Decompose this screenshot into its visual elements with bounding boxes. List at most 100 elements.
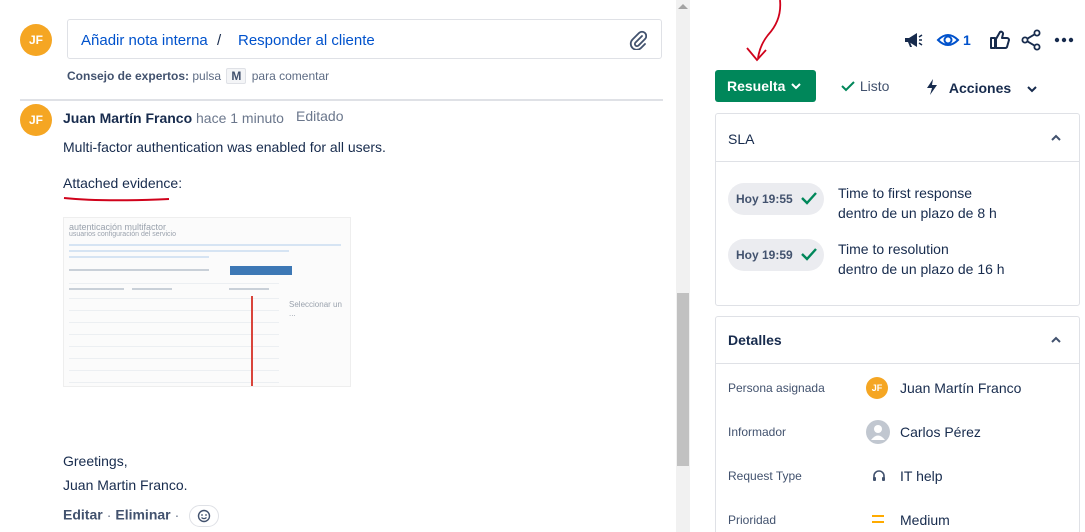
issue-sidebar: 1 Resuelta Listo Acciones SLA Hoy 19:55 …	[700, 0, 1085, 532]
screenshot-row	[69, 346, 279, 347]
chevron-up-icon[interactable]	[1051, 336, 1061, 344]
headset-icon	[873, 470, 885, 481]
reporter-label: Informador	[728, 425, 787, 439]
comment-line-2: Attached evidence:	[63, 175, 183, 191]
screenshot-text-line	[69, 250, 289, 252]
tip-prefix: Consejo de expertos:	[67, 69, 190, 83]
screenshot-button	[230, 266, 292, 275]
chevron-down-icon	[791, 83, 801, 90]
sla-title: SLA	[728, 131, 755, 147]
scroll-up-arrow-icon[interactable]	[678, 4, 688, 9]
comment-author-avatar: JF	[20, 104, 52, 136]
tip-suffix: para comentar	[251, 69, 330, 83]
actions-label: Acciones	[948, 80, 1012, 96]
screenshot-row	[69, 322, 279, 323]
sla-pill-first-response: Hoy 19:55	[728, 183, 824, 215]
screenshot-header-row	[69, 283, 279, 284]
chevron-down-icon	[1027, 86, 1037, 93]
done-label: Listo	[859, 78, 890, 94]
priority-value[interactable]: Medium	[900, 512, 950, 528]
greeting-line-2: Juan Martin Franco.	[63, 477, 188, 493]
screenshot-row	[69, 370, 279, 371]
details-panel: Detalles Persona asignada JF Juan Martín…	[715, 316, 1080, 532]
assignee-avatar: JF	[866, 377, 888, 399]
comment-time[interactable]: hace 1 minuto	[196, 110, 284, 126]
comment-author[interactable]: Juan Martín Franco	[63, 110, 192, 126]
screenshot-filter	[69, 269, 209, 271]
add-reaction-button[interactable]	[189, 505, 220, 527]
sla-time: Hoy 19:59	[736, 248, 793, 262]
screenshot-cell	[229, 288, 269, 290]
vertical-scrollbar[interactable]	[676, 0, 690, 532]
screenshot-row	[69, 334, 279, 335]
screenshot-text-line	[69, 244, 341, 246]
sla-name-first-response: Time to first response	[838, 185, 973, 201]
details-divider	[716, 363, 1079, 364]
scroll-thumb[interactable]	[677, 293, 689, 466]
check-icon	[801, 248, 817, 261]
divider	[20, 99, 663, 101]
screenshot-row	[69, 310, 279, 311]
more-options-icon[interactable]	[1053, 28, 1075, 52]
separator-dot: ·	[106, 506, 112, 523]
comment-composer[interactable]: Añadir nota interna / Responder al clien…	[67, 19, 662, 59]
sla-time: Hoy 19:55	[736, 192, 793, 206]
reporter-value[interactable]: Carlos Pérez	[900, 424, 981, 440]
check-icon	[841, 81, 855, 92]
composer-separator: /	[217, 32, 222, 49]
watch-eye-icon[interactable]	[936, 28, 960, 52]
activity-panel: JF Añadir nota interna / Responder al cl…	[0, 0, 676, 532]
status-dropdown-button[interactable]: Resuelta	[715, 70, 816, 102]
current-user-avatar: JF	[20, 24, 52, 56]
priority-medium-icon	[872, 515, 884, 523]
greeting-line-1: Greetings,	[63, 453, 128, 469]
screenshot-row	[69, 298, 279, 299]
screenshot-row	[69, 382, 279, 383]
details-title: Detalles	[728, 332, 782, 348]
sla-detail-resolution: dentro de un plazo de 16 h	[838, 261, 1005, 277]
screenshot-cell	[132, 288, 172, 290]
edit-comment-button[interactable]: Editar	[63, 507, 103, 523]
request-type-value[interactable]: IT help	[900, 468, 943, 484]
sla-name-resolution: Time to resolution	[838, 241, 949, 257]
sla-detail-first-response: dentro de un plazo de 8 h	[838, 205, 997, 221]
sla-panel: SLA Hoy 19:55 Time to first response den…	[715, 113, 1080, 306]
done-button[interactable]: Listo	[840, 78, 889, 94]
edited-badge: Editado	[296, 108, 344, 124]
pro-tip: Consejo de expertos: pulsa M para coment…	[67, 68, 329, 84]
screenshot-row	[69, 358, 279, 359]
chevron-up-icon[interactable]	[1051, 134, 1061, 142]
user-avatar-icon	[866, 420, 890, 444]
actions-dropdown-button[interactable]: Acciones	[925, 78, 1037, 96]
sla-pill-resolution: Hoy 19:59	[728, 239, 824, 271]
attachment-icon[interactable]	[629, 30, 648, 53]
tip-key: M	[226, 68, 247, 84]
smile-icon	[198, 509, 211, 523]
screenshot-subtitle: usuarios configuración del servicio	[69, 231, 176, 238]
lightning-icon	[927, 79, 937, 95]
priority-label: Prioridad	[728, 513, 777, 527]
watch-count[interactable]: 1	[963, 32, 971, 48]
comment-actions: Editar · Eliminar ·	[63, 505, 220, 527]
attached-screenshot[interactable]: autenticación multifactor usuarios confi…	[63, 217, 351, 387]
megaphone-icon[interactable]	[902, 28, 924, 52]
separator-dot: ·	[174, 506, 180, 523]
add-internal-note-link[interactable]: Añadir nota interna	[81, 32, 208, 49]
assignee-value[interactable]: Juan Martín Franco	[900, 380, 1021, 396]
request-type-label: Request Type	[728, 469, 802, 483]
assignee-label: Persona asignada	[728, 381, 825, 395]
reply-to-customer-link[interactable]: Responder al cliente	[238, 32, 375, 49]
check-icon	[801, 192, 817, 205]
screenshot-text-line	[69, 256, 209, 258]
tip-press: pulsa	[192, 69, 222, 83]
screenshot-side-text: Seleccionar un ...	[289, 300, 342, 318]
red-arrow-annotation	[746, 0, 782, 62]
comment-line-1: Multi-factor authentication was enabled …	[63, 139, 386, 155]
sla-divider	[716, 161, 1079, 162]
screenshot-red-annotation	[251, 296, 253, 386]
screenshot-cell	[69, 288, 124, 290]
thumbs-up-icon[interactable]	[988, 28, 1010, 52]
delete-comment-button[interactable]: Eliminar	[115, 507, 170, 523]
status-label: Resuelta	[727, 78, 786, 94]
share-icon[interactable]	[1020, 28, 1042, 52]
